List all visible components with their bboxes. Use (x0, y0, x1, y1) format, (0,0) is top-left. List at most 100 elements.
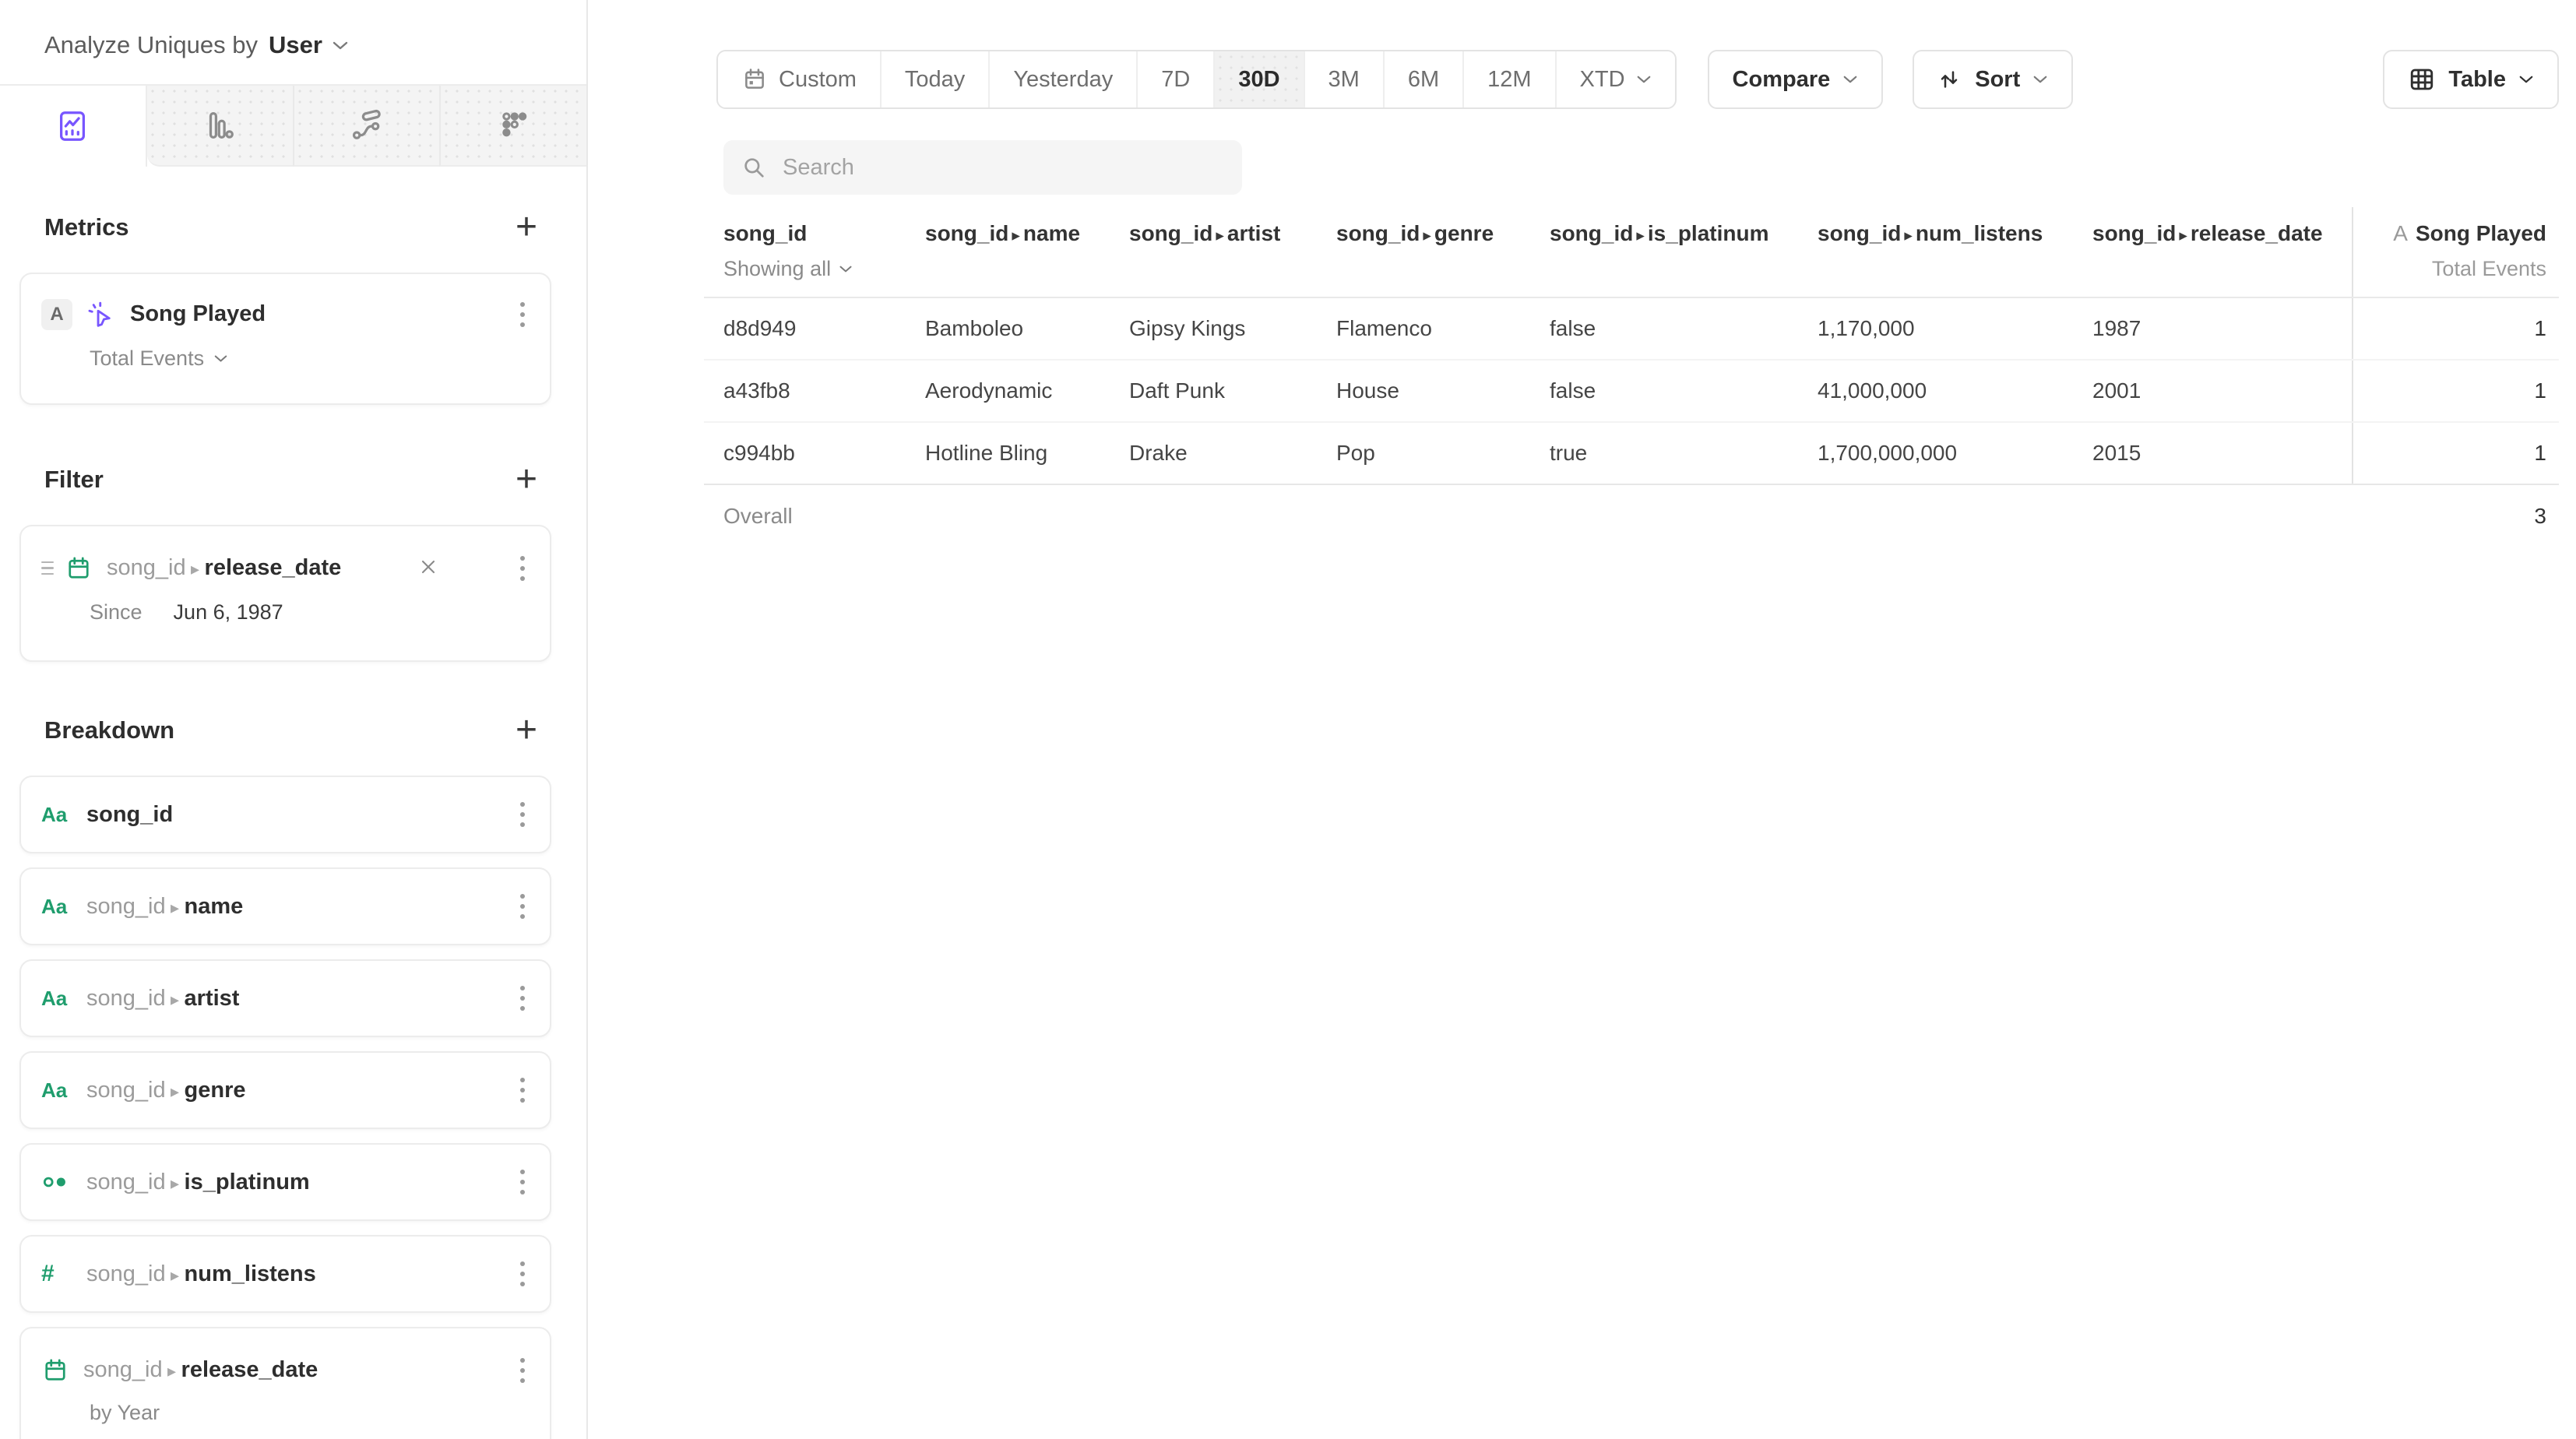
boolean-type-icon (41, 1170, 72, 1194)
date-range-yesterday[interactable]: Yesterday (988, 51, 1136, 107)
report-type-tabs (0, 84, 586, 167)
tab-flows[interactable] (293, 86, 440, 167)
cell-genre: Pop (1317, 423, 1530, 484)
column-header-num-listens[interactable]: song_id▸num_listens (1798, 207, 2073, 297)
breakdown-section-header: Breakdown + (19, 712, 551, 749)
property-arrow-icon: ▸ (1216, 227, 1224, 245)
sort-label: Sort (1975, 67, 2020, 93)
date-type-icon (41, 1356, 69, 1384)
metric-more-button[interactable] (516, 294, 530, 334)
text-type-icon: Aa (41, 987, 72, 1011)
breakdown-item-release-date[interactable]: song_id ▸ release_date by Year (19, 1327, 551, 1439)
filter-operator[interactable]: Since (90, 600, 143, 625)
compare-label: Compare (1733, 67, 1831, 93)
metric-card[interactable]: A Song Played Total Events (19, 273, 551, 405)
breakdown-bucket-modifier[interactable]: by Year (90, 1401, 530, 1425)
compare-button[interactable]: Compare (1708, 50, 1884, 109)
series-badge: A (41, 299, 72, 330)
cell-is-platinum: true (1530, 423, 1798, 484)
breakdown-more-button[interactable] (516, 1254, 530, 1294)
calendar-icon (741, 66, 768, 93)
date-range-30d[interactable]: 30D (1213, 51, 1303, 107)
breakdown-property-name: release_date (181, 1357, 318, 1382)
query-builder-sidebar: Analyze Uniques by User (0, 0, 588, 1439)
add-metric-button[interactable]: + (509, 209, 544, 246)
tab-retention[interactable] (439, 86, 586, 167)
entity-selector[interactable]: User (269, 31, 349, 59)
column-header-release-date[interactable]: song_id▸release_date (2073, 207, 2352, 297)
breakdown-item-is-platinum[interactable]: song_id ▸ is_platinum (19, 1143, 551, 1221)
report-toolbar: Custom Today Yesterday 7D 30D 3M 6M 12M … (704, 50, 2559, 109)
column-header-name[interactable]: song_id▸name (906, 207, 1110, 297)
breakdown-property-parent: song_id (86, 894, 166, 919)
table-row: c994bb Hotline Bling Drake Pop true 1,70… (704, 423, 2559, 485)
column-header-artist[interactable]: song_id▸artist (1110, 207, 1317, 297)
analysis-header: Analyze Uniques by User (0, 0, 586, 59)
date-range-xtd[interactable]: XTD (1555, 51, 1675, 107)
cell-song-id: c994bb (704, 423, 906, 484)
metric-aggregation[interactable]: Total Events (90, 347, 530, 371)
date-range-6m[interactable]: 6M (1383, 51, 1462, 107)
column-header-song-id[interactable]: song_id Showing all (704, 207, 906, 297)
column-label: release_date (2191, 221, 2323, 245)
cell-artist: Daft Punk (1110, 361, 1317, 421)
column-parent: song_id (925, 221, 1008, 245)
drag-handle[interactable] (41, 561, 54, 575)
breakdown-item-num-listens[interactable]: # song_id ▸ num_listens (19, 1235, 551, 1313)
cell-release-date: 2001 (2073, 361, 2352, 421)
table-overall-row: Overall 3 (704, 485, 2559, 547)
sort-button[interactable]: Sort (1913, 50, 2073, 109)
column-header-metric[interactable]: ASong Played Total Events (2352, 207, 2559, 297)
tab-insights[interactable] (0, 86, 147, 167)
date-range-3m[interactable]: 3M (1304, 51, 1383, 107)
breakdown-more-button[interactable] (516, 979, 530, 1019)
date-range-custom[interactable]: Custom (718, 51, 880, 107)
chevron-down-icon (2518, 75, 2534, 84)
date-range-today[interactable]: Today (880, 51, 988, 107)
chevron-down-icon (2032, 75, 2048, 84)
property-arrow-icon: ▸ (171, 898, 179, 917)
showing-all-dropdown[interactable]: Showing all (723, 257, 898, 281)
filter-more-button[interactable] (516, 548, 530, 588)
cell-is-platinum: false (1530, 361, 1798, 421)
event-click-icon (86, 300, 116, 329)
remove-filter-button[interactable] (414, 553, 442, 583)
date-range-7d[interactable]: 7D (1136, 51, 1213, 107)
breakdown-property-parent: song_id (86, 1261, 166, 1286)
cell-name: Bamboleo (906, 298, 1110, 359)
metrics-section-header: Metrics + (19, 209, 551, 246)
showing-all-label: Showing all (723, 257, 831, 281)
breakdown-more-button[interactable] (516, 1163, 530, 1202)
column-header-is-platinum[interactable]: song_id▸is_platinum (1530, 207, 1798, 297)
tab-funnels[interactable] (147, 86, 293, 167)
cell-artist: Drake (1110, 423, 1317, 484)
view-type-button[interactable]: Table (2383, 50, 2559, 109)
cell-song-id: a43fb8 (704, 361, 906, 421)
cell-name: Hotline Bling (906, 423, 1110, 484)
add-breakdown-button[interactable]: + (509, 712, 544, 749)
breakdown-property-name: artist (185, 986, 240, 1011)
breakdown-item-song-id[interactable]: Aa song_id (19, 776, 551, 853)
breakdown-item-name[interactable]: Aa song_id ▸ name (19, 867, 551, 945)
search-input[interactable] (723, 140, 1242, 195)
date-property-icon (65, 554, 93, 582)
column-label: is_platinum (1648, 221, 1769, 245)
cell-genre: House (1317, 361, 1530, 421)
breakdown-more-button[interactable] (516, 887, 530, 927)
breakdown-item-artist[interactable]: Aa song_id ▸ artist (19, 959, 551, 1037)
add-filter-button[interactable]: + (509, 461, 544, 498)
search-icon (741, 154, 767, 181)
close-icon (417, 556, 439, 578)
filter-value[interactable]: Jun 6, 1987 (174, 600, 283, 625)
date-range-label: 12M (1487, 67, 1531, 93)
breakdown-more-button[interactable] (516, 1071, 530, 1110)
date-range-12m[interactable]: 12M (1462, 51, 1554, 107)
date-range-label: Yesterday (1013, 67, 1113, 93)
breakdown-more-button[interactable] (516, 1350, 530, 1390)
breakdown-more-button[interactable] (516, 795, 530, 835)
property-arrow-icon: ▸ (2179, 227, 2187, 245)
column-header-genre[interactable]: song_id▸genre (1317, 207, 1530, 297)
breakdown-property-parent: song_id (86, 1170, 166, 1194)
breakdown-item-genre[interactable]: Aa song_id ▸ genre (19, 1051, 551, 1129)
filter-card[interactable]: song_id ▸ release_date Since Jun 6, 1987 (19, 525, 551, 662)
